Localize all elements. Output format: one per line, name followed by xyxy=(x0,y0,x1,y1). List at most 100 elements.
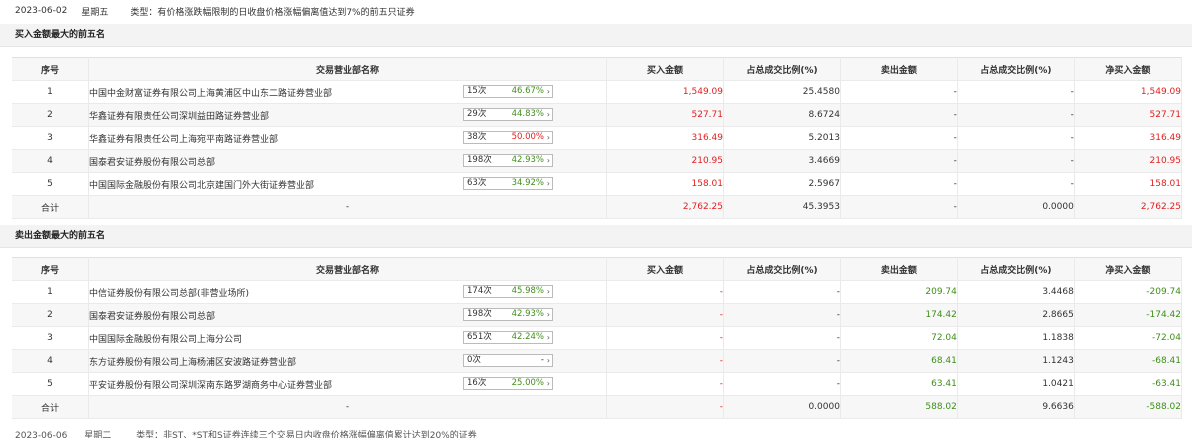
buy-ratio: 8.6724 xyxy=(723,103,841,127)
branch-stats-badge[interactable]: 198次 42.93% › xyxy=(463,154,553,167)
win-rate: 46.67% xyxy=(511,86,544,96)
sell-amount: 209.74 xyxy=(840,280,958,304)
sell-ratio: 1.0421 xyxy=(957,372,1075,396)
record-date: 2023-06-02 xyxy=(15,6,68,16)
buy-amount: 1,549.09 xyxy=(606,80,724,104)
row-index: 2 xyxy=(12,303,89,327)
listing-count: 63次 xyxy=(467,178,487,188)
next-record-date: 2023-06-06 xyxy=(15,431,68,438)
col-header-index: 序号 xyxy=(12,57,89,81)
branch-stats-badge[interactable]: 15次 46.67% › xyxy=(463,85,553,98)
table-row: 3 华鑫证券有限责任公司上海宛平南路证券营业部 38次 50.00% › 316… xyxy=(12,126,1183,150)
table-row: 4 东方证券股份有限公司上海杨浦区安波路证券营业部 0次 - › - - 68.… xyxy=(12,349,1183,373)
total-net-buy: -588.02 xyxy=(1074,395,1183,419)
next-record-header: 2023-06-06 星期二 类型：非ST、*ST和S证券连续三个交易日内收盘价… xyxy=(0,428,1196,438)
branch-name[interactable]: 中国国际金融股份有限公司上海分公司 xyxy=(89,332,242,345)
branch-cell: 中国国际金融股份有限公司北京建国门外大街证券营业部 63次 34.92% › xyxy=(88,172,608,196)
total-label: 合计 xyxy=(12,395,89,419)
buy-ratio: 25.4580 xyxy=(723,80,841,104)
branch-cell: 中国中金财富证券有限公司上海黄浦区中山东二路证券营业部 15次 46.67% › xyxy=(88,80,608,104)
buy-ratio: - xyxy=(723,303,841,327)
chevron-right-icon: › xyxy=(546,333,550,342)
net-buy: 316.49 xyxy=(1074,126,1183,150)
buy-section-title: 买入金额最大的前五名 xyxy=(0,24,1192,47)
branch-stats-badge[interactable]: 63次 34.92% › xyxy=(463,177,553,190)
chevron-right-icon: › xyxy=(546,133,550,142)
win-rate: 34.92% xyxy=(511,178,544,188)
net-buy: -209.74 xyxy=(1074,280,1183,304)
branch-name[interactable]: 中国中金财富证券有限公司上海黄浦区中山东二路证券营业部 xyxy=(89,86,332,99)
sell-amount: - xyxy=(840,80,958,104)
row-index: 1 xyxy=(12,80,89,104)
branch-name[interactable]: 国泰君安证券股份有限公司总部 xyxy=(89,155,215,168)
net-buy: 527.71 xyxy=(1074,103,1183,127)
branch-name[interactable]: 华鑫证券有限责任公司深圳益田路证券营业部 xyxy=(89,109,269,122)
branch-stats-badge[interactable]: 38次 50.00% › xyxy=(463,131,553,144)
chevron-right-icon: › xyxy=(546,110,550,119)
record-weekday: 星期五 xyxy=(81,7,109,18)
net-buy: -63.41 xyxy=(1074,372,1183,396)
branch-name[interactable]: 华鑫证券有限责任公司上海宛平南路证券营业部 xyxy=(89,132,278,145)
buy-amount: - xyxy=(606,372,724,396)
branch-stats-badge[interactable]: 198次 42.93% › xyxy=(463,308,553,321)
buy-ratio: - xyxy=(723,326,841,350)
sell-ratio: - xyxy=(957,126,1075,150)
branch-stats-badge[interactable]: 174次 45.98% › xyxy=(463,285,553,298)
row-index: 4 xyxy=(12,149,89,173)
chevron-right-icon: › xyxy=(546,156,550,165)
buy-amount: - xyxy=(606,303,724,327)
table-row: 1 中信证券股份有限公司总部(非营业场所) 174次 45.98% › - - … xyxy=(12,280,1183,304)
col-header-sell-amount: 卖出金额 xyxy=(840,57,958,81)
row-index: 2 xyxy=(12,103,89,127)
col-header-branch: 交易营业部名称 xyxy=(88,257,608,281)
row-index: 3 xyxy=(12,126,89,150)
buy-ratio: 2.5967 xyxy=(723,172,841,196)
branch-name[interactable]: 平安证券股份有限公司深圳深南东路罗湖商务中心证券营业部 xyxy=(89,378,332,391)
buy-amount: 158.01 xyxy=(606,172,724,196)
branch-cell: 东方证券股份有限公司上海杨浦区安波路证券营业部 0次 - › xyxy=(88,349,608,373)
table-row: 2 国泰君安证券股份有限公司总部 198次 42.93% › - - 174.4… xyxy=(12,303,1183,327)
buy-ratio: - xyxy=(723,372,841,396)
branch-stats-badge[interactable]: 16次 25.00% › xyxy=(463,377,553,390)
branch-name[interactable]: 中信证券股份有限公司总部(非营业场所) xyxy=(89,286,249,299)
net-buy: 210.95 xyxy=(1074,149,1183,173)
branch-cell: 中信证券股份有限公司总部(非营业场所) 174次 45.98% › xyxy=(88,280,608,304)
col-header-buy-amount: 买入金额 xyxy=(606,257,724,281)
listing-count: 198次 xyxy=(467,309,492,319)
col-header-sell-ratio: 占总成交比例(%) xyxy=(957,57,1075,81)
buy-amount: 210.95 xyxy=(606,149,724,173)
listing-count: 174次 xyxy=(467,286,492,296)
branch-stats-badge[interactable]: 29次 44.83% › xyxy=(463,108,553,121)
branch-stats-badge[interactable]: 0次 - › xyxy=(463,354,553,367)
listing-count: 651次 xyxy=(467,332,492,342)
col-header-buy-ratio: 占总成交比例(%) xyxy=(723,57,841,81)
buy-ratio: 5.2013 xyxy=(723,126,841,150)
net-buy: -72.04 xyxy=(1074,326,1183,350)
sell-ratio: - xyxy=(957,103,1075,127)
buy-table: 序号 交易营业部名称 买入金额 占总成交比例(%) 卖出金额 占总成交比例(%)… xyxy=(12,57,1183,219)
row-index: 3 xyxy=(12,326,89,350)
listing-count: 16次 xyxy=(467,378,487,388)
win-rate: 25.00% xyxy=(511,378,544,388)
chevron-right-icon: › xyxy=(546,87,550,96)
sell-amount: - xyxy=(840,149,958,173)
branch-name[interactable]: 国泰君安证券股份有限公司总部 xyxy=(89,309,215,322)
net-buy: -68.41 xyxy=(1074,349,1183,373)
chevron-right-icon: › xyxy=(546,287,550,296)
branch-name[interactable]: 中国国际金融股份有限公司北京建国门外大街证券营业部 xyxy=(89,178,314,191)
branch-stats-badge[interactable]: 651次 42.24% › xyxy=(463,331,553,344)
branch-cell: 华鑫证券有限责任公司深圳益田路证券营业部 29次 44.83% › xyxy=(88,103,608,127)
record-type: 类型：有价格涨跌幅限制的日收盘价格涨幅偏离值达到7%的前五只证券 xyxy=(130,7,415,18)
sell-amount: 63.41 xyxy=(840,372,958,396)
row-index: 5 xyxy=(12,172,89,196)
branch-name[interactable]: 东方证券股份有限公司上海杨浦区安波路证券营业部 xyxy=(89,355,296,368)
total-sell-amount: 588.02 xyxy=(840,395,958,419)
sell-ratio: - xyxy=(957,172,1075,196)
net-buy: 1,549.09 xyxy=(1074,80,1183,104)
win-rate: 42.93% xyxy=(511,155,544,165)
total-buy-ratio: 0.0000 xyxy=(723,395,841,419)
row-index: 4 xyxy=(12,349,89,373)
sell-amount: - xyxy=(840,172,958,196)
sell-amount: 68.41 xyxy=(840,349,958,373)
total-buy-amount: 2,762.25 xyxy=(606,195,724,219)
